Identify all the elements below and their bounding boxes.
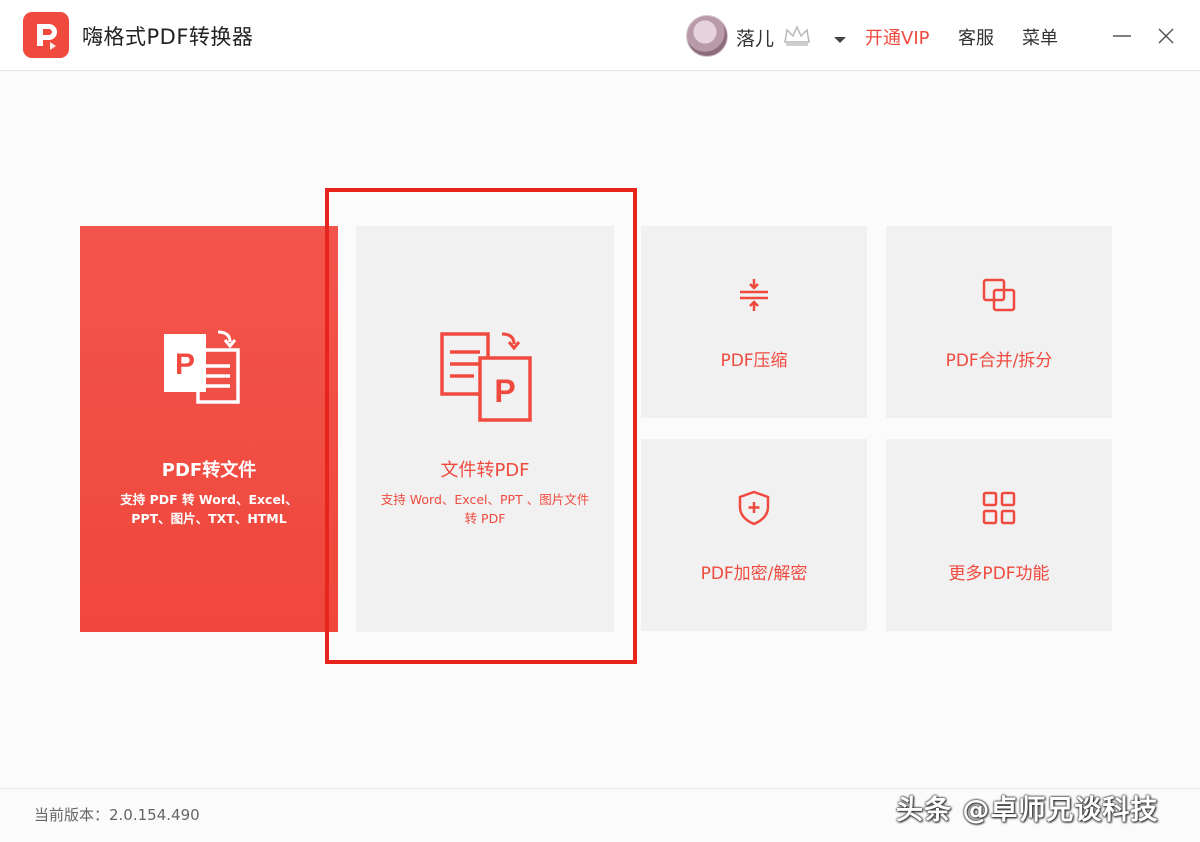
svg-text:P: P <box>175 348 195 381</box>
pdf-compress-tile[interactable]: PDF压缩 <box>641 226 867 418</box>
watermark: 头条 @卓师兄谈科技 <box>896 795 1159 826</box>
avatar[interactable] <box>686 15 728 57</box>
pdf-merge-split-tile[interactable]: PDF合并/拆分 <box>886 226 1112 418</box>
document-to-pdf-icon: P <box>436 328 536 428</box>
menu-button[interactable]: 菜单 <box>1022 24 1058 50</box>
open-vip-link[interactable]: 开通VIP <box>865 24 929 50</box>
file-to-pdf-tile[interactable]: P 文件转PDF 支持 Word、Excel、PPT 、图片文件转 PDF <box>356 226 614 632</box>
customer-service-button[interactable]: 客服 <box>958 24 994 50</box>
app-title: 嗨格式PDF转换器 <box>82 25 254 49</box>
minimize-icon[interactable] <box>1110 24 1134 48</box>
title-bar: 嗨格式PDF转换器 落儿 开通VIP 客服 菜单 <box>0 0 1200 71</box>
more-pdf-title: 更多PDF功能 <box>948 564 1050 584</box>
pdf-logo-icon <box>23 12 69 58</box>
close-icon[interactable] <box>1154 24 1178 48</box>
pdf-to-file-tile[interactable]: P PDF转文件 支持 PDF 转 Word、Excel、PPT、图片、TXT、… <box>80 226 338 632</box>
more-pdf-tile[interactable]: 更多PDF功能 <box>886 439 1112 631</box>
file-to-pdf-title: 文件转PDF <box>440 460 530 481</box>
pdf-encrypt-tile[interactable]: PDF加密/解密 <box>641 439 867 631</box>
username[interactable]: 落儿 <box>736 24 774 51</box>
crown-icon <box>782 24 812 52</box>
version-label: 当前版本：2.0.154.490 <box>34 806 200 824</box>
compress-icon <box>736 277 772 313</box>
svg-text:P: P <box>494 373 515 409</box>
pdf-to-document-icon: P <box>160 328 260 428</box>
caret-down-icon[interactable] <box>833 30 847 49</box>
merge-squares-icon <box>981 277 1017 313</box>
file-to-pdf-description: 支持 Word、Excel、PPT 、图片文件转 PDF <box>380 492 590 526</box>
pdf-compress-title: PDF压缩 <box>720 351 788 371</box>
pdf-to-file-title: PDF转文件 <box>161 460 257 481</box>
shield-plus-icon <box>736 490 772 526</box>
pdf-encrypt-title: PDF加密/解密 <box>700 564 808 584</box>
pdf-to-file-description: 支持 PDF 转 Word、Excel、PPT、图片、TXT、HTML <box>120 492 298 526</box>
pdf-merge-split-title: PDF合并/拆分 <box>945 351 1053 371</box>
grid-icon <box>981 490 1017 526</box>
